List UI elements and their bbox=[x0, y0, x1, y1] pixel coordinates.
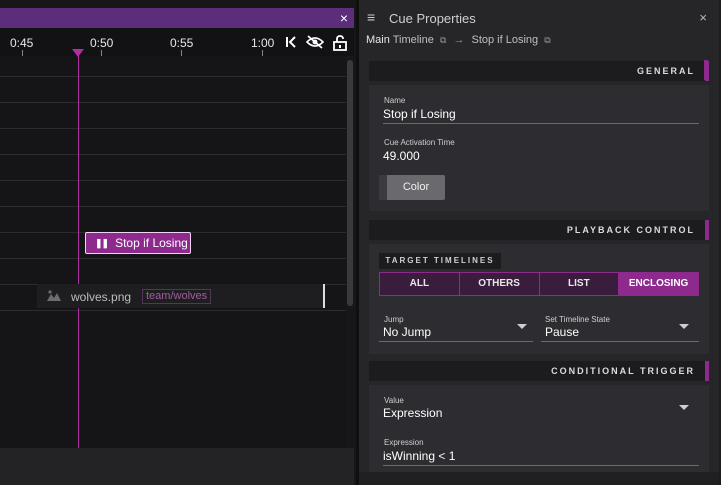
target-option-list[interactable]: LIST bbox=[539, 273, 620, 295]
trigger-value-select[interactable]: Expression bbox=[383, 406, 442, 420]
expression-underline bbox=[383, 465, 699, 466]
chevron-down-icon[interactable] bbox=[679, 324, 689, 329]
timeline-scrollbar[interactable] bbox=[347, 60, 353, 306]
name-input[interactable]: Stop if Losing bbox=[383, 107, 456, 121]
cue-block-stop-if-losing[interactable]: ❚❚ Stop if Losing bbox=[85, 232, 191, 254]
ruler-tick-label: 0:50 bbox=[90, 36, 114, 50]
target-option-enclosing[interactable]: ENCLOSING bbox=[619, 273, 698, 295]
media-filename: wolves.png bbox=[71, 290, 132, 304]
track-divider bbox=[0, 310, 346, 311]
panel-bottom-bar bbox=[359, 472, 719, 485]
color-button[interactable]: Color bbox=[379, 175, 445, 200]
panel-title: Cue Properties bbox=[389, 11, 476, 26]
target-timelines-label: TARGET TIMELINES bbox=[379, 253, 501, 269]
ruler-tick-label: 0:45 bbox=[10, 36, 34, 50]
section-conditional-header[interactable]: CONDITIONAL TRIGGER bbox=[369, 361, 709, 381]
timeline-header-bar: × bbox=[0, 8, 354, 28]
track-divider bbox=[0, 154, 346, 155]
activation-time-label: Cue Activation Time bbox=[384, 138, 455, 147]
expression-label: Expression bbox=[384, 438, 424, 447]
chevron-down-icon[interactable] bbox=[679, 405, 689, 410]
properties-header: ≡ Cue Properties × bbox=[359, 6, 719, 30]
jump-underline bbox=[379, 341, 533, 342]
playhead-line[interactable] bbox=[78, 52, 79, 448]
track-divider bbox=[0, 180, 346, 181]
clip-trim-handle[interactable] bbox=[323, 284, 325, 308]
set-state-select[interactable]: Pause bbox=[545, 325, 579, 339]
media-tag: team/wolves bbox=[142, 289, 212, 304]
timeline-panel: × 0:45 0:50 0:55 1:00 ❚❚ Stop if Losing … bbox=[0, 0, 356, 485]
section-title: PLAYBACK CONTROL bbox=[566, 225, 695, 235]
expression-input[interactable]: isWinning < 1 bbox=[383, 449, 455, 463]
ruler-tick-label: 0:55 bbox=[170, 36, 194, 50]
open-link-icon[interactable]: ⧉ bbox=[544, 35, 550, 45]
open-link-icon[interactable]: ⧉ bbox=[440, 35, 446, 45]
target-option-all[interactable]: ALL bbox=[380, 273, 460, 295]
cue-properties-panel: ≡ Cue Properties × Main Timeline ⧉ → Sto… bbox=[359, 0, 719, 485]
breadcrumb-separator: → bbox=[453, 34, 465, 46]
target-timelines-selector[interactable]: ALL OTHERS LIST ENCLOSING bbox=[379, 272, 699, 296]
color-swatch bbox=[379, 175, 387, 200]
section-general-header[interactable]: GENERAL bbox=[369, 61, 709, 81]
breadcrumb-root-bold[interactable]: Main bbox=[366, 34, 390, 46]
timeline-footer bbox=[0, 448, 354, 485]
time-ruler[interactable]: 0:45 0:50 0:55 1:00 bbox=[0, 28, 354, 56]
close-icon[interactable]: × bbox=[340, 9, 348, 27]
breadcrumb-current[interactable]: Stop if Losing bbox=[472, 34, 539, 46]
set-state-underline bbox=[541, 341, 699, 342]
cue-block-label: Stop if Losing bbox=[115, 236, 188, 250]
visibility-off-icon[interactable] bbox=[305, 35, 325, 53]
media-clip[interactable]: wolves.png team/wolves bbox=[37, 284, 325, 308]
ruler-tick-label: 1:00 bbox=[251, 36, 275, 50]
close-icon[interactable]: × bbox=[699, 10, 707, 25]
activation-time-input[interactable]: 49.000 bbox=[383, 149, 420, 163]
section-title: CONDITIONAL TRIGGER bbox=[551, 366, 695, 376]
hamburger-menu-icon[interactable]: ≡ bbox=[367, 9, 375, 25]
properties-scrollbar[interactable] bbox=[704, 60, 708, 80]
section-title: GENERAL bbox=[636, 66, 695, 76]
chevron-down-icon[interactable] bbox=[517, 324, 527, 329]
jump-select[interactable]: No Jump bbox=[383, 325, 431, 339]
jump-label: Jump bbox=[384, 315, 404, 324]
image-icon bbox=[46, 289, 62, 305]
track-divider bbox=[0, 128, 346, 129]
breadcrumb-root[interactable]: Timeline bbox=[393, 34, 434, 46]
section-playback-header[interactable]: PLAYBACK CONTROL bbox=[369, 220, 709, 240]
trigger-value-label: Value bbox=[384, 396, 404, 405]
name-label: Name bbox=[384, 96, 406, 105]
track-divider bbox=[0, 258, 346, 259]
name-underline bbox=[383, 123, 699, 124]
breadcrumb: Main Timeline ⧉ → Stop if Losing ⧉ bbox=[366, 34, 551, 46]
set-state-label: Set Timeline State bbox=[545, 315, 610, 324]
color-button-label: Color bbox=[402, 181, 430, 193]
target-option-others[interactable]: OTHERS bbox=[459, 273, 540, 295]
pause-icon: ❚❚ bbox=[95, 237, 109, 248]
skip-to-start-icon[interactable] bbox=[284, 35, 298, 53]
track-divider bbox=[0, 102, 346, 103]
playhead-handle[interactable] bbox=[72, 49, 84, 57]
unlock-icon[interactable] bbox=[333, 35, 347, 55]
track-divider bbox=[0, 76, 346, 77]
track-divider bbox=[0, 206, 346, 207]
